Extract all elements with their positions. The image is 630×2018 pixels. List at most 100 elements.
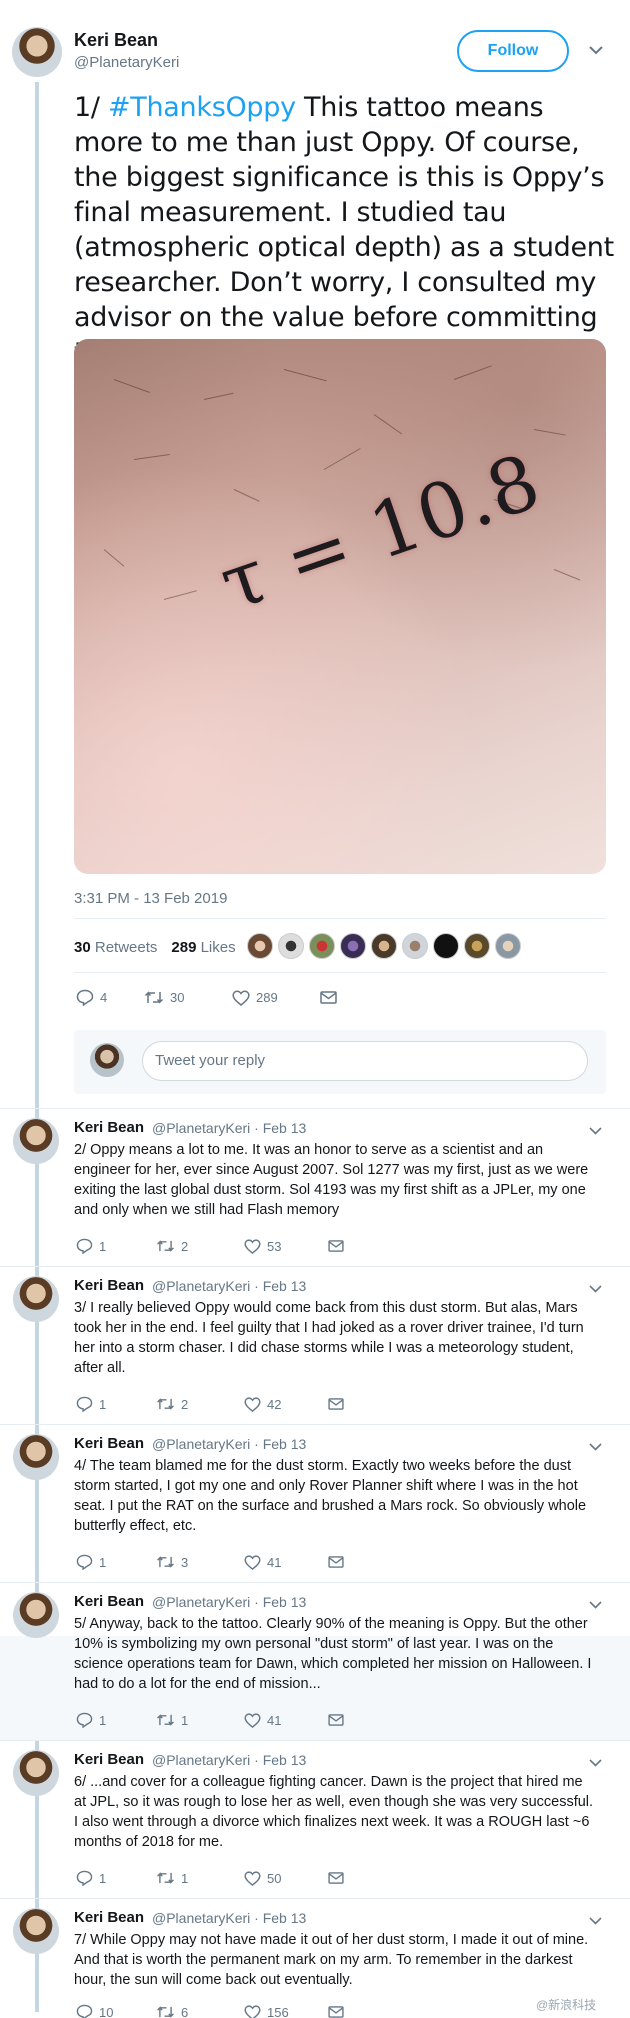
reply-icon <box>76 1554 93 1570</box>
like-icon <box>244 2004 261 2018</box>
author-handle[interactable]: @PlanetaryKeri <box>74 54 179 71</box>
reply-avatar[interactable] <box>13 1434 59 1480</box>
liker-avatar[interactable] <box>495 933 521 959</box>
message-button[interactable] <box>328 1714 344 1726</box>
like-button[interactable]: 156 <box>244 2005 328 2018</box>
reply-icon <box>76 1238 93 1254</box>
tattoo-text: τ = 10.8 <box>209 436 552 629</box>
reply-text: 7/ While Oppy may not have made it out o… <box>74 1932 589 1988</box>
message-icon <box>328 1872 344 1884</box>
chevron-down-icon[interactable] <box>589 1280 602 1298</box>
watermark: @新浪科技 <box>536 1998 597 2012</box>
tweet-text: 1/ #ThanksOppy This tattoo means more to… <box>74 90 619 370</box>
like-button[interactable]: 41 <box>244 1555 328 1570</box>
reply-avatar[interactable] <box>13 1118 59 1164</box>
liker-avatar[interactable] <box>433 933 459 959</box>
reply-author-name[interactable]: Keri Bean <box>74 1435 144 1452</box>
reply-input[interactable]: Tweet your reply <box>142 1041 588 1081</box>
liker-avatar[interactable] <box>309 933 335 959</box>
chevron-down-icon[interactable] <box>589 42 603 60</box>
reply-handle[interactable]: @PlanetaryKeri · Feb 13 <box>152 1752 306 1768</box>
tweet-actions: 4 30 289 <box>76 989 337 1006</box>
reply-avatar[interactable] <box>13 1750 59 1796</box>
tweet-photo[interactable]: τ = 10.8 <box>74 339 606 874</box>
message-button[interactable] <box>328 1872 344 1884</box>
reply-actions: 1 1 41 <box>76 1712 344 1728</box>
reply-actions: 1 2 53 <box>76 1238 344 1254</box>
chevron-down-icon[interactable] <box>589 1122 602 1140</box>
message-button[interactable] <box>328 1556 344 1568</box>
reply-actions: 1 2 42 <box>76 1396 344 1412</box>
retweet-icon <box>144 991 164 1004</box>
tweet-stats: 30 Retweets 289 Likes <box>74 939 236 956</box>
reply-button[interactable]: 1 <box>76 1238 156 1254</box>
liker-avatar[interactable] <box>464 933 490 959</box>
reply-handle[interactable]: @PlanetaryKeri · Feb 13 <box>152 1436 306 1452</box>
retweets-stat[interactable]: 30 Retweets <box>74 939 157 956</box>
reply-handle[interactable]: @PlanetaryKeri · Feb 13 <box>152 1120 306 1136</box>
retweet-button[interactable]: 1 <box>156 1871 244 1886</box>
retweet-button[interactable]: 2 <box>156 1397 244 1412</box>
reply-button[interactable]: 1 <box>76 1870 156 1886</box>
retweet-icon <box>157 1714 174 1726</box>
retweet-button[interactable]: 3 <box>156 1555 244 1570</box>
liker-avatar[interactable] <box>247 933 273 959</box>
reply-button[interactable]: 4 <box>76 989 144 1006</box>
follow-button[interactable]: Follow <box>457 30 569 72</box>
message-button[interactable] <box>328 2006 344 2018</box>
message-icon <box>328 1398 344 1410</box>
reply-actions: 1 3 41 <box>76 1554 344 1570</box>
like-button[interactable]: 41 <box>244 1713 328 1728</box>
tweet-timestamp[interactable]: 3:31 PM - 13 Feb 2019 <box>74 890 227 907</box>
tweet-prefix: 1/ <box>74 92 108 123</box>
reply-button[interactable]: 1 <box>76 1712 156 1728</box>
chevron-down-icon[interactable] <box>589 1754 602 1772</box>
like-button[interactable]: 42 <box>244 1397 328 1412</box>
reply-button[interactable]: 10 <box>76 2004 156 2018</box>
chevron-down-icon[interactable] <box>589 1596 602 1614</box>
reply-handle[interactable]: @PlanetaryKeri · Feb 13 <box>152 1278 306 1294</box>
retweet-icon <box>157 1240 174 1252</box>
reply-text: 6/ ...and cover for a colleague fighting… <box>74 1774 594 1850</box>
reply-button[interactable]: 1 <box>76 1396 156 1412</box>
chevron-down-icon[interactable] <box>589 1912 602 1930</box>
likes-stat[interactable]: 289 Likes <box>171 939 235 956</box>
divider <box>0 1424 630 1425</box>
message-button[interactable] <box>328 1398 344 1410</box>
reply-text: 2/ Oppy means a lot to me. It was an hon… <box>74 1142 589 1218</box>
retweet-icon <box>157 1872 174 1884</box>
message-button[interactable] <box>320 991 337 1004</box>
reply-author-name[interactable]: Keri Bean <box>74 1909 144 1926</box>
like-button[interactable]: 289 <box>232 989 320 1006</box>
message-button[interactable] <box>328 1240 344 1252</box>
like-button[interactable]: 50 <box>244 1871 328 1886</box>
reply-author-name[interactable]: Keri Bean <box>74 1593 144 1610</box>
reply-actions: 10 6 156 <box>76 2004 344 2018</box>
reply-text: 4/ The team blamed me for the dust storm… <box>74 1458 587 1534</box>
author-avatar[interactable] <box>12 27 62 77</box>
like-button[interactable]: 53 <box>244 1239 328 1254</box>
hashtag-link[interactable]: #ThanksOppy <box>108 92 296 123</box>
reply-avatar[interactable] <box>13 1592 59 1638</box>
reply-handle[interactable]: @PlanetaryKeri · Feb 13 <box>152 1594 306 1610</box>
reply-author-name[interactable]: Keri Bean <box>74 1119 144 1136</box>
reply-author-name[interactable]: Keri Bean <box>74 1277 144 1294</box>
author-name[interactable]: Keri Bean <box>74 30 158 51</box>
liker-avatar[interactable] <box>340 933 366 959</box>
retweet-button[interactable]: 30 <box>144 990 232 1005</box>
liker-avatar[interactable] <box>371 933 397 959</box>
reply-button[interactable]: 1 <box>76 1554 156 1570</box>
reply-handle[interactable]: @PlanetaryKeri · Feb 13 <box>152 1910 306 1926</box>
retweet-button[interactable]: 2 <box>156 1239 244 1254</box>
chevron-down-icon[interactable] <box>589 1438 602 1456</box>
reply-avatar[interactable] <box>13 1908 59 1954</box>
divider <box>0 1582 630 1583</box>
reply-icon <box>76 1870 93 1886</box>
reply-avatar[interactable] <box>13 1276 59 1322</box>
reply-author-name[interactable]: Keri Bean <box>74 1751 144 1768</box>
liker-avatar[interactable] <box>402 933 428 959</box>
retweet-button[interactable]: 6 <box>156 2005 244 2018</box>
retweet-button[interactable]: 1 <box>156 1713 244 1728</box>
liker-avatar[interactable] <box>278 933 304 959</box>
message-icon <box>328 1240 344 1252</box>
